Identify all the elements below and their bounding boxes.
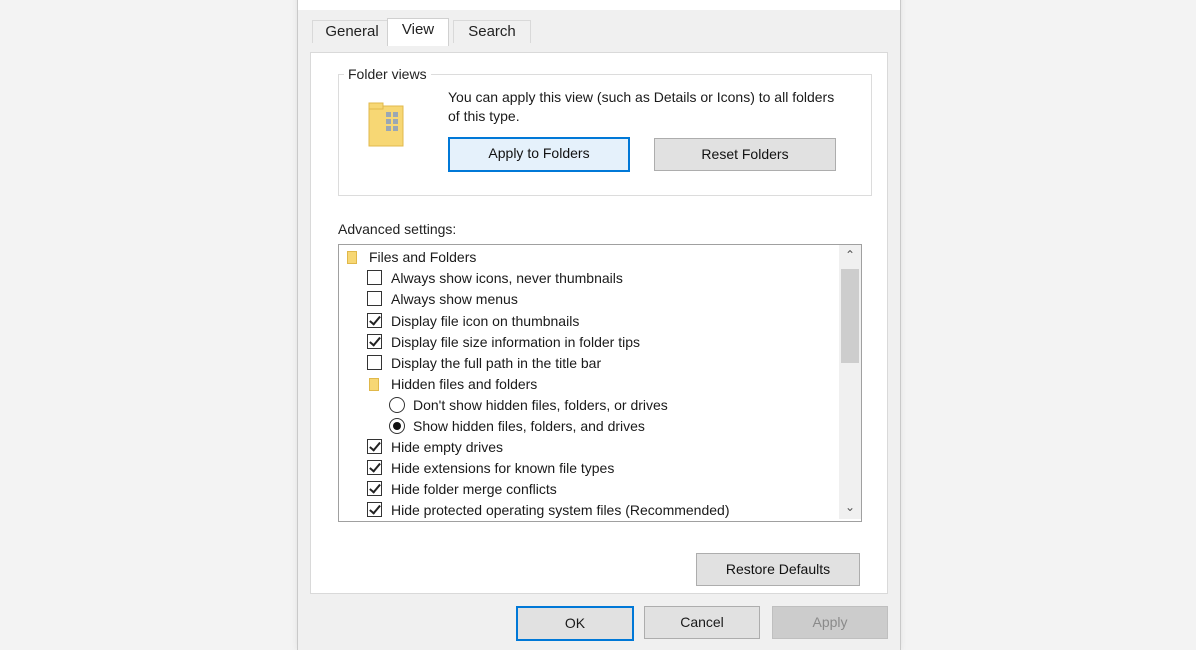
vertical-scrollbar[interactable]: ⌃ ⌄ <box>839 245 861 519</box>
folder-views-legend: Folder views <box>344 66 431 82</box>
folder-icon <box>347 251 357 264</box>
checkbox[interactable] <box>367 355 382 370</box>
folder-options-dialog: General View Search Folder views You can… <box>297 0 901 650</box>
option-label: Show hidden files, folders, and drives <box>413 418 645 434</box>
option-label: Don't show hidden files, folders, or dri… <box>413 397 668 413</box>
option-label: Always show menus <box>391 291 518 307</box>
checkbox[interactable] <box>367 334 382 349</box>
radio-button[interactable] <box>389 418 405 434</box>
reset-folders-button[interactable]: Reset Folders <box>654 138 836 171</box>
scrollbar-thumb[interactable] <box>841 269 859 363</box>
checkbox[interactable] <box>367 313 382 328</box>
cancel-button[interactable]: Cancel <box>644 606 760 639</box>
checkbox[interactable] <box>367 481 382 496</box>
advanced-settings-tree[interactable]: Files and Folders Always show icons, nev… <box>338 244 862 522</box>
option-label: Hide extensions for known file types <box>391 460 615 476</box>
checkbox[interactable] <box>367 502 382 517</box>
option-label: Always show icons, never thumbnails <box>391 270 623 286</box>
scroll-down-icon[interactable]: ⌄ <box>843 499 857 515</box>
folder-icon <box>369 378 379 391</box>
tab-view[interactable]: View <box>387 18 449 46</box>
checkbox[interactable] <box>367 439 382 454</box>
option-label: Hide empty drives <box>391 439 504 455</box>
option-label: Display the full path in the title bar <box>391 355 602 371</box>
apply-button[interactable]: Apply <box>772 606 888 639</box>
checkbox[interactable] <box>367 291 382 306</box>
checkbox[interactable] <box>367 460 382 475</box>
title-bar <box>298 0 900 10</box>
apply-to-folders-button[interactable]: Apply to Folders <box>448 137 630 172</box>
radio-button[interactable] <box>389 397 405 413</box>
restore-defaults-button[interactable]: Restore Defaults <box>696 553 860 586</box>
tab-general[interactable]: General <box>312 20 392 43</box>
tree-item-label: Hidden files and folders <box>391 376 538 392</box>
scroll-up-icon[interactable]: ⌃ <box>843 247 857 263</box>
advanced-settings-label: Advanced settings: <box>338 221 457 237</box>
ok-button[interactable]: OK <box>516 606 634 641</box>
option-label: Display file icon on thumbnails <box>391 313 580 329</box>
checkbox[interactable] <box>367 270 382 285</box>
folder-icon <box>368 102 404 147</box>
option-label: Display file size information in folder … <box>391 334 640 350</box>
folder-views-description: You can apply this view (such as Details… <box>448 89 835 124</box>
option-label: Hide folder merge conflicts <box>391 481 557 497</box>
tab-search[interactable]: Search <box>453 20 531 43</box>
tree-item-label: Files and Folders <box>369 249 477 265</box>
option-label: Hide protected operating system files (R… <box>391 502 730 518</box>
